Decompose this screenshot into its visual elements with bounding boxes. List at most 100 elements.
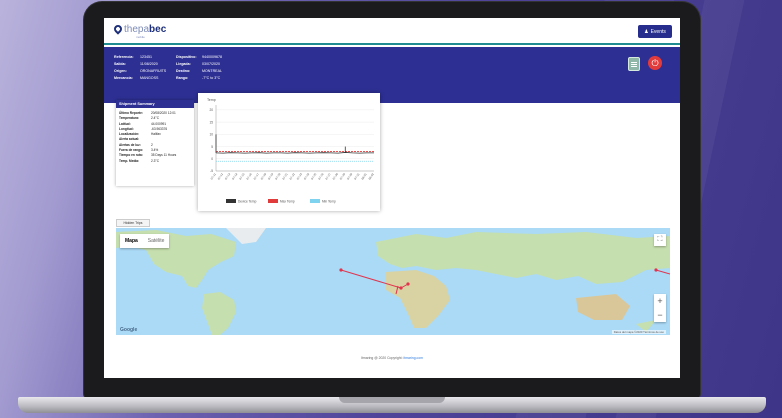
chart-xtick-label: 07-24 [303,172,311,181]
info-value: 123451 [140,55,152,59]
info-label: Destino: [176,69,191,73]
chart-ytick-label: 5 [211,145,213,149]
route-map[interactable]: Mapa Satélite ⛶ + − Google Datos del map… [116,228,670,335]
route-point[interactable] [339,268,343,272]
document-icon[interactable] [628,57,640,71]
chart-xtick-label: 07-15 [238,172,246,181]
chart-xtick-label: 07-16 [245,172,253,181]
summary-label: Alertas de luz: [119,142,141,147]
route-point[interactable] [406,282,410,286]
google-logo: Google [120,327,138,333]
location-pin-icon [112,23,124,36]
chart-xtick-label: 07-25 [310,172,318,181]
chart-xtick-label: 07-29 [339,172,347,181]
temperature-chart: Temp20151050-507-11 07-12 07-13 07-14 07-15 0… [207,98,375,204]
chart-xtick-label: 07-28 [332,172,340,181]
info-label: Mercancía: [114,76,133,80]
chart-xtick-label: 07-22 [288,172,296,181]
zoom-control: + − [654,294,666,322]
chart-ytick-label: 0 [211,157,213,161]
zoom-in-icon[interactable]: + [654,294,666,308]
chart-ytick-label: 10 [209,133,213,137]
summary-label: Longitud: [119,126,134,131]
shipment-summary-card: Shipment Summary Último Reporte: 20/08/20… [116,100,194,186]
temperature-chart-card: Temp 20 15 10 5 0 -5 07-11 07-12 07-13 07-14 07-15 0… [198,93,380,211]
chart-xtick-label: 07-21 [281,172,289,181]
summary-value: 44.000991 [151,121,167,126]
chart-legend-swatch [310,199,320,203]
summary-rows: Último Reporte: 20/08/2020 12:01 Temperatu… [116,108,194,166]
footer: Itmaring @ 2020 Copyright: itmaring.com [104,356,680,360]
chart-ytick-label: 15 [209,120,213,124]
chart-xtick-label: 08-02 [367,172,375,181]
summary-label: Localización: [119,132,140,137]
events-button[interactable]: ♟ Events [638,25,672,38]
summary-label: Temperatura: [119,116,140,121]
events-button-label: Events [650,28,666,35]
chart-xtick-label: 07-17 [253,172,261,181]
chart-xtick-label: 07-27 [324,172,332,181]
summary-label: Temp. Media: [119,158,140,163]
chart-xtick-label: 07-31 [353,172,361,181]
summary-value: 20/08/2020 12:01 [151,111,176,115]
info-value: ORONAFRUITS [140,69,167,73]
chart-series-line [215,152,374,154]
summary-value: -63.963376 [151,126,168,131]
fullscreen-icon[interactable]: ⛶ [654,234,666,246]
chart-legend-label: Max Temp [280,200,295,204]
shipment-info-bar: Referencia: 123451 Dispositivo: 9440009678 S… [104,47,680,103]
map-type-satellite[interactable]: Satélite [143,234,170,248]
info-value: -7°C to 3°C [202,76,221,80]
info-value: MANGOSS [140,76,159,80]
info-label: Referencia: [114,55,134,59]
info-label: Dispositivo: [176,55,197,59]
info-value: 9440009678 [202,55,222,59]
chart-xtick-label: 07-14 [231,172,239,181]
map-type-map[interactable]: Mapa [120,234,143,248]
info-value: MONTREAL [202,69,222,73]
chart-xtick-label: 07-26 [317,172,325,181]
route-point[interactable] [654,268,658,272]
info-label: Salida: [114,62,126,66]
summary-value: 2 [151,142,153,147]
summary-title: Shipment Summary [116,100,194,108]
summary-value: 35 Days 11 Hours [151,153,177,158]
info-label: Rango: [176,76,189,80]
summary-label: Último Reporte: [119,111,143,115]
chart-xtick-label: 07-18 [260,172,268,181]
chart-xtick-label: 07-30 [346,172,354,181]
map-type-control: Mapa Satélite [120,234,170,248]
summary-value: 2.4°C [151,116,160,121]
laptop-screen: thepabec mobile ♟ Events Referencia: 1234… [104,18,680,378]
chart-legend-swatch [268,199,278,203]
power-icon[interactable]: ⏻ [648,56,662,70]
info-value: 03/07/2020 [202,62,220,66]
user-icon: ♟ [644,28,649,35]
chart-ytick-label: 20 [209,108,213,112]
hidden-trips-tab[interactable]: Hidden Trips [116,219,150,227]
info-value: 11/08/2020 [140,62,158,66]
summary-value: 3.4% [151,148,159,153]
summary-label: Latitud: [119,121,131,126]
chart-xtick-label: 07-12 [217,172,225,181]
chart-legend-label: Min Temp [322,200,336,204]
summary-value: Halifax [151,132,161,137]
route-point[interactable] [399,286,403,290]
chart-xtick-label: 07-20 [274,172,282,181]
africa-land [386,270,450,328]
zoom-out-icon[interactable]: − [654,308,666,322]
chart-title: Temp [207,98,216,102]
chart-xtick-label: 07-23 [296,172,304,181]
south-america-land [202,292,236,335]
app-logo[interactable]: thepabec [112,23,166,36]
logo-subtitle: mobile [136,35,145,39]
australia-land [576,294,630,320]
chart-legend-label: Device Temp [238,200,257,204]
summary-value: 2.3°C [151,158,160,163]
top-bar: thepabec mobile ♟ Events [104,18,680,45]
footer-text: Itmaring @ 2020 Copyright: [361,356,404,360]
map-land [116,228,670,335]
laptop-notch [339,397,445,403]
footer-link[interactable]: itmaring.com [404,356,423,360]
map-credits: Datos del mapa ©2020 Términos de uso [611,330,666,334]
